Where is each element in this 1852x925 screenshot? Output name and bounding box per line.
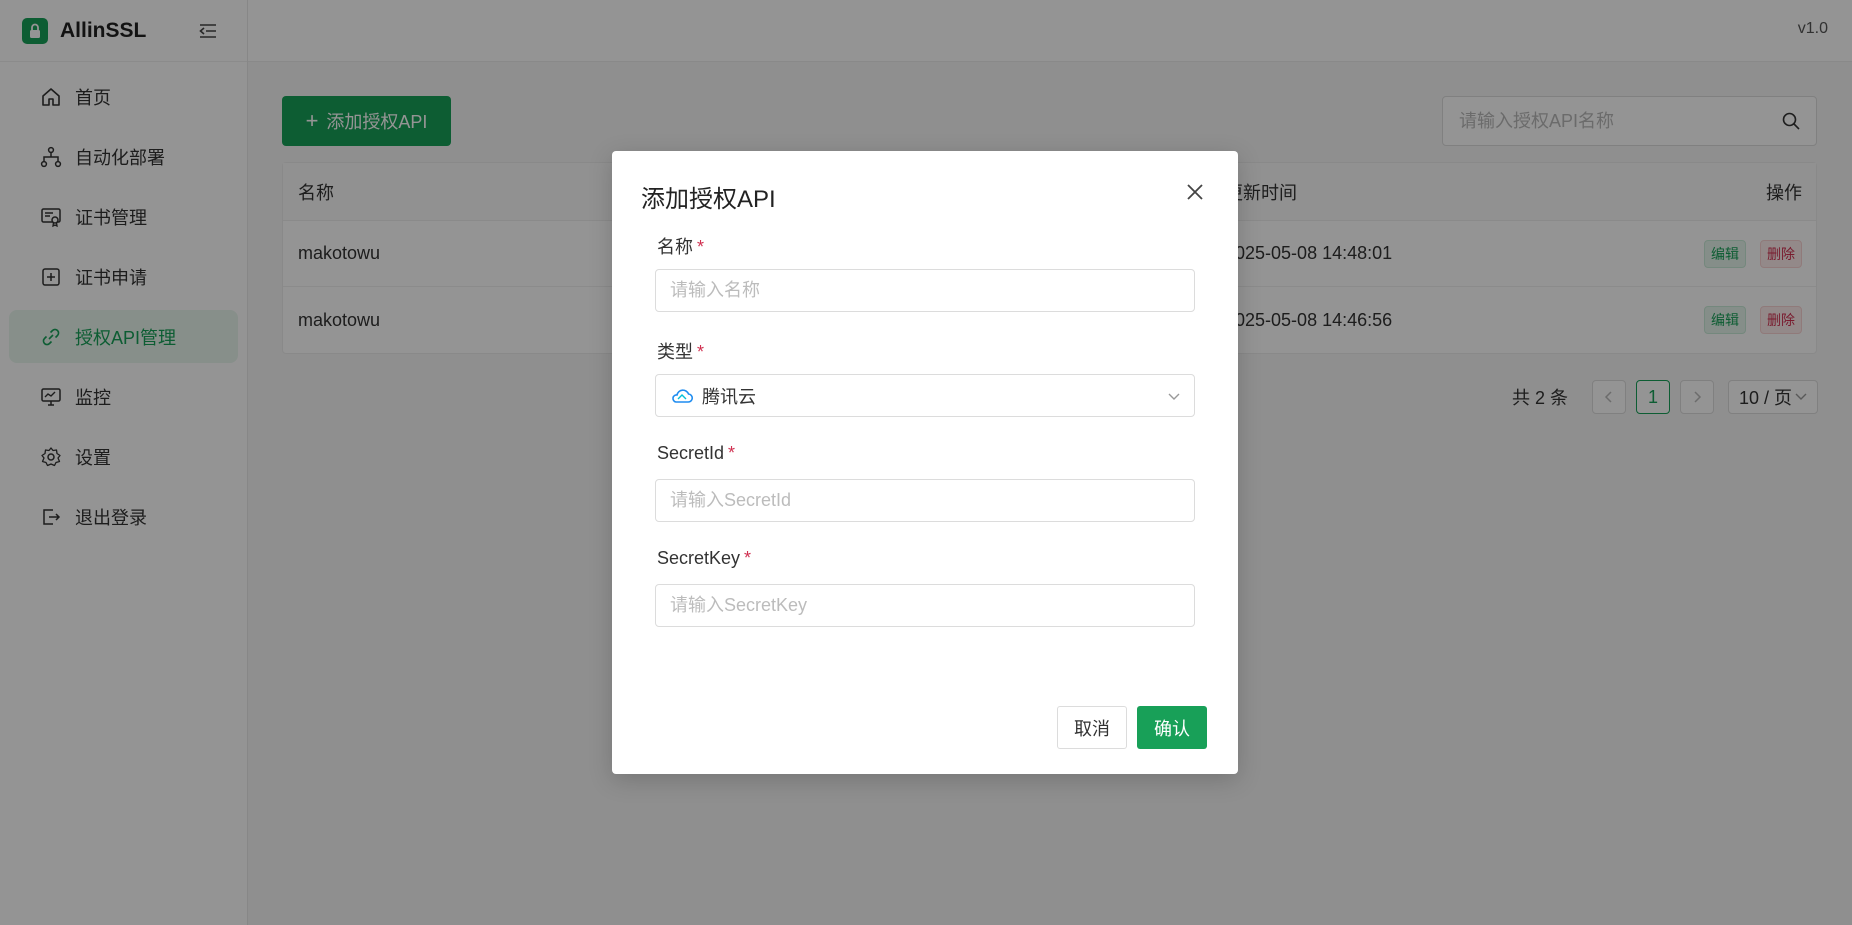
tencent-cloud-icon — [670, 387, 694, 405]
field-type: 类型 * 腾讯云 — [655, 338, 1195, 417]
type-select-text: 腾讯云 — [702, 386, 756, 407]
secret-id-input-wrapper — [655, 479, 1195, 522]
field-secret-key: SecretKey * — [655, 548, 1195, 627]
add-api-dialog: 添加授权API 名称* 类型* 腾讯云 SecretI — [612, 151, 1238, 774]
field-name: 名称 * — [655, 233, 1195, 312]
field-type-label: 类型 * — [657, 338, 1195, 364]
secret-id-input[interactable] — [656, 480, 1194, 521]
secret-key-input-wrapper — [655, 584, 1195, 627]
field-name-label-text: 名称 — [657, 237, 693, 257]
field-secret-id-label-text: SecretId — [657, 443, 725, 463]
confirm-button[interactable]: 确认 — [1137, 706, 1207, 749]
cancel-button[interactable]: 取消 — [1057, 706, 1127, 749]
field-secret-id-label: SecretId * — [657, 443, 1195, 469]
required-mark: * — [728, 443, 736, 463]
required-mark: * — [744, 548, 752, 568]
field-secret-id: SecretId * — [655, 443, 1195, 522]
field-secret-key-label: SecretKey * — [657, 548, 1195, 574]
chevron-down-icon — [1166, 388, 1182, 404]
field-secret-key-label-text: SecretKey — [657, 548, 741, 568]
name-input[interactable] — [656, 270, 1194, 311]
required-mark: * — [697, 342, 705, 362]
required-mark: * — [697, 237, 705, 257]
name-input-wrapper — [655, 269, 1195, 312]
type-select-value: 腾讯云 — [656, 375, 1194, 416]
type-select[interactable]: 腾讯云 — [655, 374, 1195, 417]
field-name-label: 名称 * — [657, 233, 1195, 259]
secret-key-input[interactable] — [656, 585, 1194, 626]
close-icon[interactable] — [1184, 181, 1208, 205]
dialog-title: 添加授权API — [641, 186, 776, 213]
field-type-label-text: 类型 — [657, 342, 693, 362]
